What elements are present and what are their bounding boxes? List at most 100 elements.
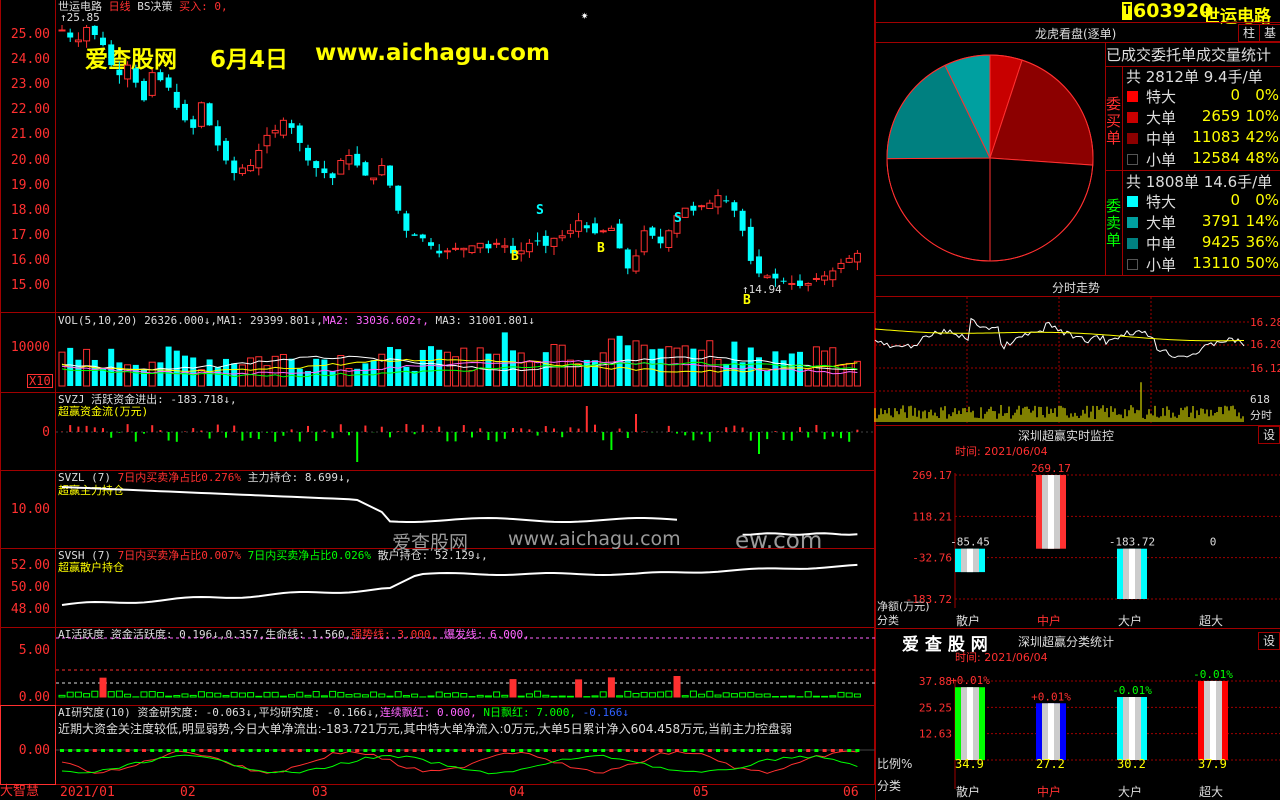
buy-signal: B: [597, 241, 605, 256]
volume-bar: [706, 340, 714, 387]
stats-title: 深圳超赢分类统计: [1018, 635, 1115, 649]
research-bar: [437, 749, 442, 752]
flow-bar: [421, 424, 424, 432]
activity-bar: [165, 695, 173, 698]
candle: [231, 156, 238, 181]
intraday-axis: 16.20: [1250, 338, 1280, 351]
research-axis-box: [0, 705, 56, 785]
research-bar: [199, 749, 204, 752]
volume-bar: [624, 345, 631, 386]
research-bar: [789, 749, 794, 752]
fund-view-button[interactable]: 基: [1259, 24, 1280, 42]
divider: [875, 275, 1280, 276]
monitor-cat: 中户: [1037, 613, 1061, 628]
avg-research-line: [61, 754, 858, 775]
activity-bar: [197, 691, 205, 698]
candle: [566, 223, 574, 238]
research-bar: [757, 749, 761, 752]
candle-body: [616, 223, 623, 249]
volume-bar: [690, 348, 697, 386]
candle: [698, 204, 706, 211]
candlestick-chart[interactable]: [0, 0, 875, 312]
flow-bar: [126, 424, 129, 432]
candle: [206, 102, 213, 126]
activity-bar: [238, 692, 246, 698]
flow-bar: [503, 432, 506, 439]
volume-bar: [681, 345, 689, 387]
candle: [665, 229, 673, 252]
activity-bar: [837, 691, 845, 698]
flow-bar: [569, 427, 572, 432]
flow-bar: [192, 428, 195, 432]
order-size-label: 大单: [1146, 109, 1177, 127]
research-bar: [76, 749, 81, 752]
flow-bar: [77, 426, 80, 432]
intraday-chart[interactable]: [874, 297, 1250, 425]
candle-body: [67, 32, 74, 38]
volume-bar: [542, 352, 549, 386]
svsh-line: [61, 563, 858, 606]
legend-swatch: [1127, 259, 1138, 270]
date-tick: 05: [693, 785, 709, 800]
candle: [255, 143, 263, 176]
research-bar: [224, 749, 228, 752]
candle: [182, 99, 188, 123]
activity-bar: [804, 691, 812, 698]
volume-bar: [443, 351, 451, 387]
activity-bar: [632, 692, 640, 698]
flow-bar: [307, 425, 309, 432]
pie-title: 龙虎看盘(逐单): [1035, 27, 1117, 41]
research-bar: [675, 749, 679, 752]
order-size-label: 特大: [1146, 88, 1177, 106]
candle-body: [279, 119, 287, 136]
main-position-line: [61, 486, 678, 523]
research-bar: [240, 749, 245, 752]
candle-body: [460, 247, 468, 251]
research-bar: [133, 749, 138, 752]
activity-bar: [591, 695, 599, 698]
research-bar: [338, 749, 343, 752]
stats-settings-button[interactable]: 设: [1258, 632, 1280, 650]
volume-bar: [148, 361, 156, 387]
monitor-settings-button[interactable]: 设: [1258, 426, 1280, 444]
flow-bar: [602, 432, 605, 441]
activity-bar: [99, 677, 107, 698]
flow-bar: [151, 425, 154, 432]
candle: [607, 225, 615, 232]
activity-bar: [107, 691, 115, 698]
ratio-change: -0.01%: [1193, 668, 1233, 681]
candle-body: [780, 280, 787, 282]
volume-bar: [329, 370, 336, 386]
bar-view-button[interactable]: 柱: [1238, 24, 1260, 42]
research-bar: [765, 749, 770, 752]
candle: [485, 240, 492, 254]
candle-body: [517, 250, 525, 255]
research-bar: [314, 749, 319, 752]
volume-bar: [845, 362, 853, 387]
research-bar: [642, 749, 647, 752]
activity-bar: [755, 693, 763, 698]
candle-body: [525, 242, 533, 253]
research-bar: [511, 749, 515, 752]
volume-bar: [91, 359, 98, 386]
candle-body: [845, 257, 853, 263]
candle-body: [354, 153, 361, 166]
activity-bar: [722, 692, 730, 698]
flow-bar: [159, 430, 162, 432]
flow-bar: [585, 406, 588, 432]
flow-bar: [315, 432, 318, 442]
order-volume: 0: [1230, 86, 1240, 104]
volume-ma-line: [61, 358, 858, 373]
order-percent: 48%: [1245, 149, 1279, 167]
ratio-change: +0.01%: [1031, 690, 1071, 703]
candle: [305, 144, 311, 166]
research-bar: [461, 749, 466, 752]
candle-body: [772, 273, 779, 279]
candle-body: [436, 250, 443, 254]
flow-bar: [790, 432, 793, 441]
activity-bar: [665, 690, 673, 698]
flow-bar: [348, 432, 350, 436]
flow-bar: [807, 432, 810, 438]
date-tick: 04: [509, 785, 525, 800]
activity-bar: [263, 691, 271, 698]
